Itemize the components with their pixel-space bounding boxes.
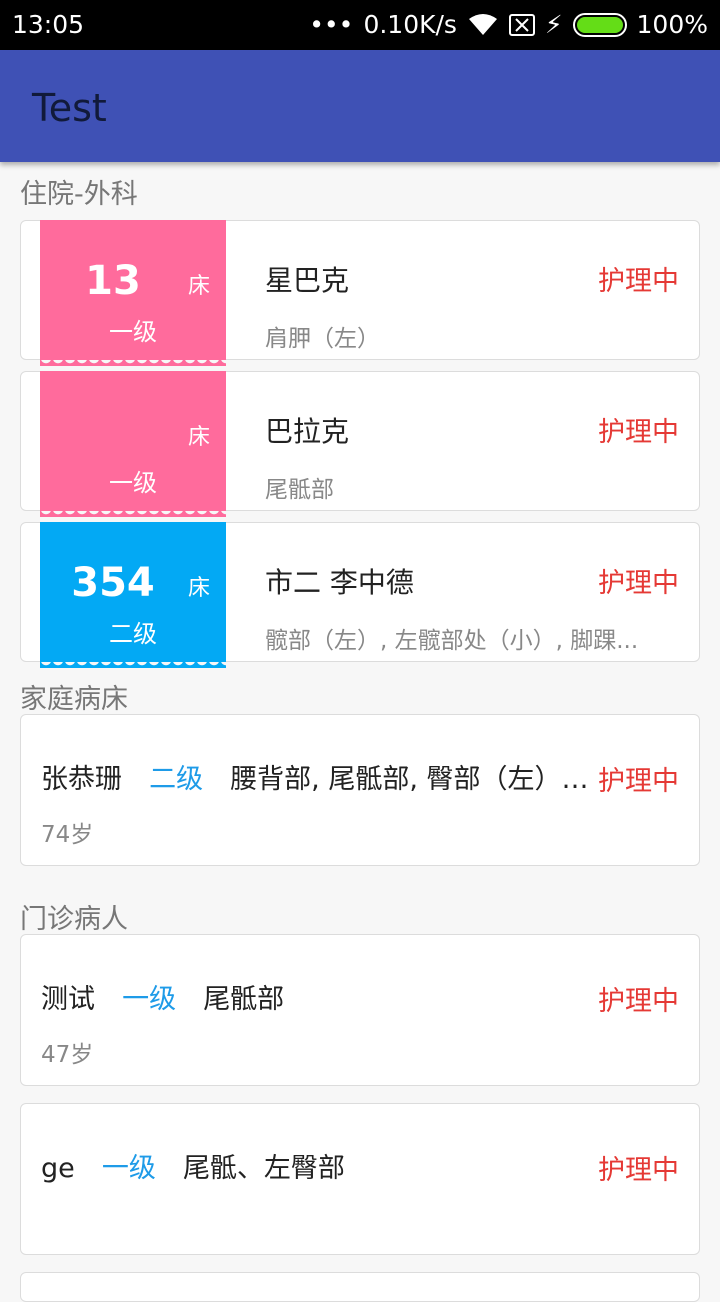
bed-tag: 床 一级 [40,371,226,517]
status-icons: ••• 0.10K/s ⚡ 100% [309,10,708,39]
wound-parts: 腰背部, 尾骶部, 臀部（左）,... [230,764,591,795]
care-level: 一级 [122,984,177,1015]
bed-tag: 13 床 一级 [40,220,226,366]
home-patient-card[interactable]: 张恭珊 二级 腰背部, 尾骶部, 臀部（左）,... 74岁 护理中 [20,714,700,866]
patient-line: 张恭珊 二级 腰背部, 尾骶部, 臀部（左）,... [41,757,612,796]
section-inpatient-title: 住院-外科 [20,179,138,210]
patient-name: 市二 李中德 [265,566,414,599]
battery-icon [572,12,627,37]
app-bar: Test [0,50,720,162]
outpatient-card[interactable]: 测试 一级 尾骶部 47岁 护理中 [20,934,700,1086]
section-outpatient-title: 门诊病人 [20,904,128,935]
inpatient-card[interactable]: 床 一级 巴拉克 尾骶部 护理中 [20,371,700,517]
inpatient-card[interactable]: 354 床 二级 市二 李中德 髋部（左）, 左髋部处（小）, 脚踝... 护理… [20,522,700,668]
care-level: 二级 [109,620,157,648]
bed-unit: 床 [187,576,210,601]
wound-parts: 肩胛（左） [265,326,380,352]
app-title: Test [32,86,107,130]
wound-parts: 尾骶部 [203,984,285,1015]
care-level: 二级 [149,764,204,795]
wound-parts: 尾骶部 [265,477,334,503]
care-status: 护理中 [598,417,679,448]
patient-name: 星巴克 [265,264,350,297]
care-level: 一级 [101,1153,156,1184]
patient-name: 巴拉克 [265,415,350,448]
patient-line: ge 一级 尾骶、左臀部 [41,1146,367,1185]
inpatient-card[interactable]: 13 床 一级 星巴克 肩胛（左） 护理中 [20,220,700,366]
patient-line: 测试 一级 尾骶部 [41,977,306,1016]
battery-percent: 100% [636,10,708,39]
care-status: 护理中 [598,1155,679,1186]
status-bar: 13:05 ••• 0.10K/s ⚡ 100% [0,0,720,50]
wifi-icon [468,13,497,35]
section-home-title: 家庭病床 [20,684,128,715]
care-status: 护理中 [598,568,679,599]
no-sim-icon [508,13,535,36]
wound-parts: 髋部（左）, 左髋部处（小）, 脚踝... [265,628,639,654]
more-dots-icon: ••• [309,10,354,39]
bed-unit: 床 [187,425,210,450]
charging-icon: ⚡ [544,10,563,39]
patient-age: 74岁 [41,822,94,848]
bed-unit: 床 [187,274,210,299]
patient-age: 47岁 [41,1042,94,1068]
care-status: 护理中 [598,986,679,1017]
outpatient-card-partial[interactable] [20,1272,700,1302]
patient-name: ge [41,1153,75,1184]
care-status: 护理中 [598,266,679,297]
outpatient-card[interactable]: ge 一级 尾骶、左臀部 护理中 [20,1103,700,1255]
care-status: 护理中 [598,766,679,797]
clock: 13:05 [12,10,85,39]
bed-tag: 354 床 二级 [40,522,226,668]
wound-parts: 尾骶、左臀部 [182,1153,345,1184]
patient-name: 张恭珊 [41,764,122,795]
care-level: 一级 [109,318,157,346]
patient-name: 测试 [41,984,95,1015]
care-level: 一级 [109,469,157,497]
network-speed: 0.10K/s [363,10,457,39]
